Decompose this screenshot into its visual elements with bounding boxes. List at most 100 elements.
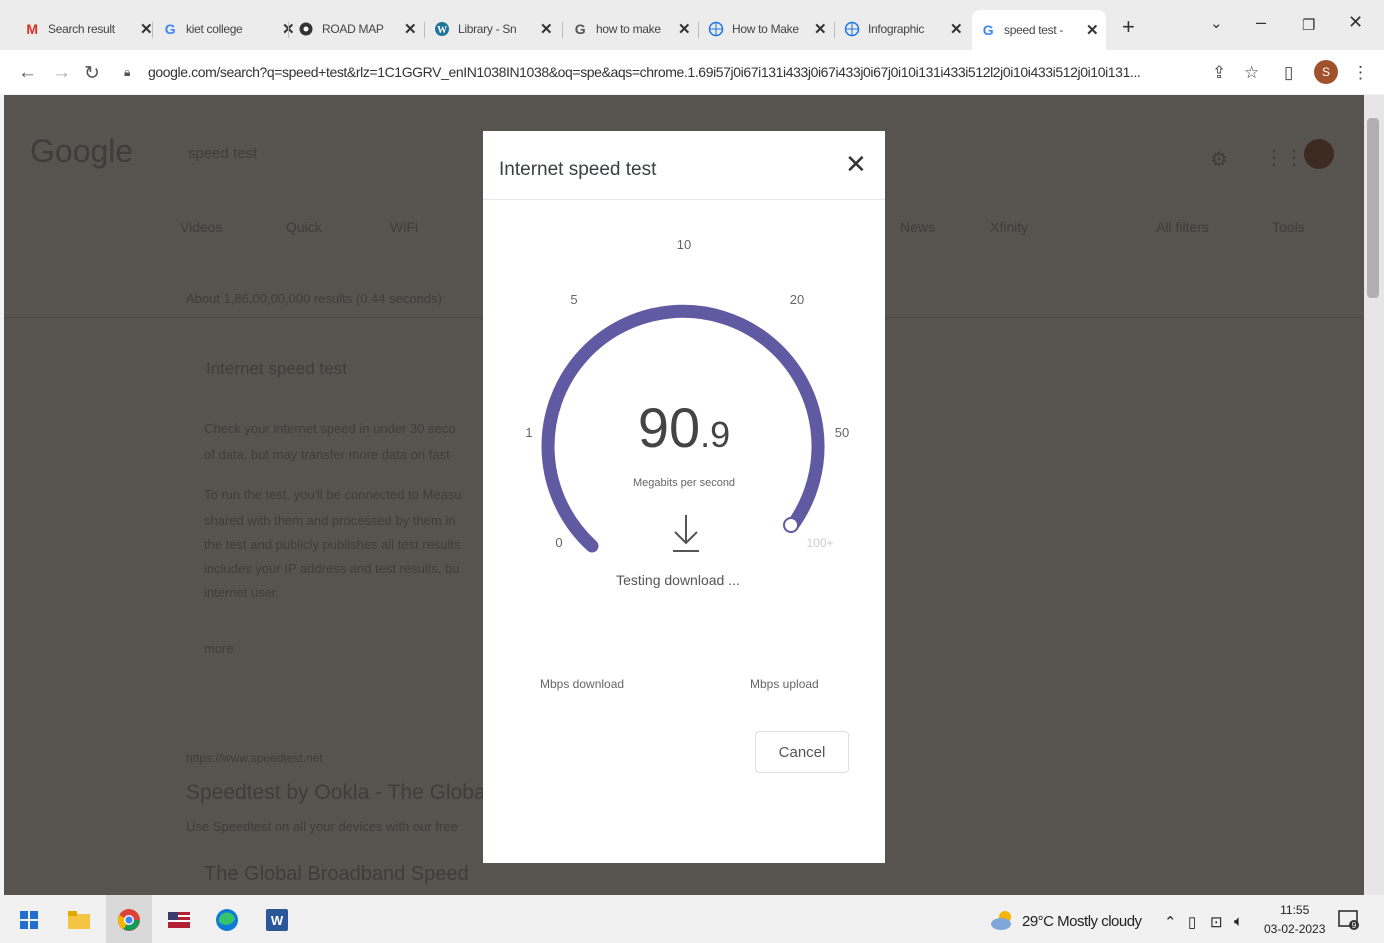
cancel-button[interactable]: Cancel bbox=[755, 731, 849, 773]
scrollbar-thumb[interactable] bbox=[1367, 118, 1379, 298]
filter-videos[interactable]: Videos bbox=[180, 219, 223, 235]
forward-arrow-icon[interactable]: → bbox=[52, 62, 71, 84]
close-tab-icon[interactable]: ✕ bbox=[678, 20, 691, 38]
tab-speed-test[interactable]: G speed test - ✕ bbox=[972, 10, 1107, 50]
search-query[interactable]: speed test bbox=[188, 145, 257, 162]
card-line: internet user. bbox=[204, 585, 280, 600]
weather-cloud-icon[interactable] bbox=[990, 907, 1016, 933]
close-window-icon[interactable]: ✕ bbox=[1348, 12, 1363, 33]
card-line: shared with them and processed by them i… bbox=[204, 513, 456, 528]
chrome-icon[interactable] bbox=[116, 907, 142, 933]
card-line: Check your internet speed in under 30 se… bbox=[204, 421, 456, 436]
close-tab-icon[interactable]: ✕ bbox=[140, 20, 153, 38]
gauge-tick-5: 5 bbox=[570, 292, 577, 307]
gmail-icon: M bbox=[26, 21, 38, 37]
restore-icon[interactable]: ❐ bbox=[1302, 16, 1315, 34]
tools-button[interactable]: Tools bbox=[1272, 219, 1305, 235]
battery-icon[interactable]: ▯ bbox=[1188, 913, 1196, 931]
globe-icon bbox=[844, 21, 860, 37]
clock-time: 11:55 bbox=[1280, 903, 1310, 917]
speed-card-title: Internet speed test bbox=[206, 359, 347, 378]
account-avatar[interactable] bbox=[1304, 139, 1334, 169]
tab-separator bbox=[152, 22, 153, 38]
close-tab-icon[interactable]: ✕ bbox=[540, 20, 553, 38]
test-status: Testing download ... bbox=[616, 572, 740, 588]
wordpress-icon: W bbox=[434, 21, 450, 37]
result-title-link[interactable]: Speedtest by Ookla - The Global bbox=[186, 781, 490, 805]
profile-avatar[interactable]: S bbox=[1314, 60, 1338, 84]
result-url[interactable]: https://www.speedtest.net bbox=[186, 751, 323, 765]
tab-title: How to Make bbox=[732, 22, 799, 36]
tab-how-to-make-search[interactable]: G how to make ✕ bbox=[572, 14, 691, 44]
address-bar[interactable]: google.com/search?q=speed+test&rlz=1C1GG… bbox=[148, 64, 1218, 80]
result-snippet: Use Speedtest on all your devices with o… bbox=[186, 819, 458, 834]
chatgpt-icon bbox=[298, 21, 314, 37]
system-clock[interactable]: 11:55 03-02-2023 bbox=[1264, 901, 1325, 939]
card-line: the test and publicly publishes all test… bbox=[204, 537, 461, 552]
filter-quick[interactable]: Quick bbox=[286, 219, 322, 235]
tab-separator bbox=[288, 22, 289, 38]
filter-xfinity[interactable]: Xfinity bbox=[990, 219, 1028, 235]
flag-app-icon[interactable] bbox=[166, 907, 192, 933]
gauge-tick-100: 100+ bbox=[806, 536, 833, 550]
tab-title: Library - Sn bbox=[458, 22, 517, 36]
tab-kiet-college[interactable]: G kiet college ✕ bbox=[162, 14, 295, 44]
tab-title: speed test - bbox=[1004, 23, 1064, 37]
back-arrow-icon[interactable]: ← bbox=[18, 62, 37, 84]
tab-search-chevron-icon[interactable]: ⌄ bbox=[1210, 14, 1223, 32]
learn-more-link[interactable]: more bbox=[204, 641, 234, 656]
filter-news[interactable]: News bbox=[900, 219, 935, 235]
network-icon[interactable]: ⊡ bbox=[1210, 913, 1223, 931]
file-explorer-icon[interactable] bbox=[66, 907, 92, 933]
filter-wifi[interactable]: WiFi bbox=[390, 219, 418, 235]
windows-start-icon[interactable] bbox=[16, 907, 42, 933]
apps-grid-icon[interactable]: ⋮⋮ bbox=[1264, 145, 1304, 170]
lock-icon[interactable]: 🔒︎ bbox=[124, 65, 130, 80]
minimize-icon[interactable]: – bbox=[1256, 12, 1266, 33]
google-icon: G bbox=[982, 22, 994, 38]
notifications-icon[interactable]: 9 bbox=[1336, 907, 1362, 933]
share-icon[interactable]: ⇪ bbox=[1212, 63, 1226, 83]
tab-road-map[interactable]: ROAD MAP ✕ bbox=[298, 14, 417, 44]
google-logo[interactable]: Google bbox=[30, 133, 133, 170]
browser-toolbar: ← → ↻ 🔒︎ google.com/search?q=speed+test&… bbox=[0, 50, 1384, 94]
result-heading: The Global Broadband Speed bbox=[204, 863, 469, 885]
card-line: To run the test, you'll be connected to … bbox=[204, 487, 462, 502]
close-tab-icon[interactable]: ✕ bbox=[1086, 21, 1099, 39]
notification-count: 9 bbox=[1352, 921, 1357, 930]
tab-infographic[interactable]: Infographic ✕ bbox=[844, 14, 963, 44]
tab-library[interactable]: W Library - Sn ✕ bbox=[434, 14, 553, 44]
tab-separator bbox=[834, 22, 835, 38]
side-panel-icon[interactable]: ▯ bbox=[1284, 63, 1293, 83]
windows-taskbar: W 29°C Mostly cloudy ⌃ ▯ ⊡ 🔈︎ 11:55 03-0… bbox=[0, 895, 1384, 943]
close-tab-icon[interactable]: ✕ bbox=[404, 20, 417, 38]
all-filters-button[interactable]: All filters bbox=[1156, 219, 1209, 235]
weather-text[interactable]: 29°C Mostly cloudy bbox=[1022, 913, 1142, 930]
new-tab-icon[interactable]: + bbox=[1122, 14, 1135, 40]
dialog-divider bbox=[483, 199, 885, 200]
download-label: Mbps download bbox=[540, 677, 625, 691]
speed-value-integer: 90 bbox=[637, 396, 701, 459]
tab-separator bbox=[424, 22, 425, 38]
edge-icon[interactable] bbox=[214, 907, 240, 933]
gauge-tick-20: 20 bbox=[790, 292, 804, 307]
close-tab-icon[interactable]: ✕ bbox=[814, 20, 827, 38]
settings-gear-icon[interactable]: ⚙ bbox=[1210, 147, 1228, 172]
word-icon[interactable]: W bbox=[264, 907, 290, 933]
close-tab-icon[interactable]: ✕ bbox=[950, 20, 963, 38]
gauge-tick-10: 10 bbox=[677, 237, 691, 252]
reload-icon[interactable]: ↻ bbox=[84, 62, 100, 85]
volume-icon[interactable]: 🔈︎ bbox=[1234, 913, 1243, 930]
tab-how-to-make[interactable]: How to Make ✕ bbox=[708, 14, 827, 44]
svg-text:W: W bbox=[271, 913, 284, 928]
bookmark-star-icon[interactable]: ☆ bbox=[1244, 63, 1259, 83]
card-line: of data, but may transfer more data on f… bbox=[204, 447, 450, 462]
tray-chevron-icon[interactable]: ⌃ bbox=[1164, 913, 1177, 931]
menu-dots-icon[interactable]: ⋮ bbox=[1352, 63, 1369, 83]
tab-title: Infographic bbox=[868, 22, 925, 36]
clock-date: 03-02-2023 bbox=[1264, 922, 1326, 936]
tab-search-result[interactable]: M Search result ✕ bbox=[24, 14, 152, 44]
speed-readout: 90.9 bbox=[483, 395, 885, 460]
speed-test-dialog: Internet speed test ✕ 0 1 5 10 20 50 100… bbox=[483, 131, 885, 863]
close-icon[interactable]: ✕ bbox=[845, 149, 867, 180]
